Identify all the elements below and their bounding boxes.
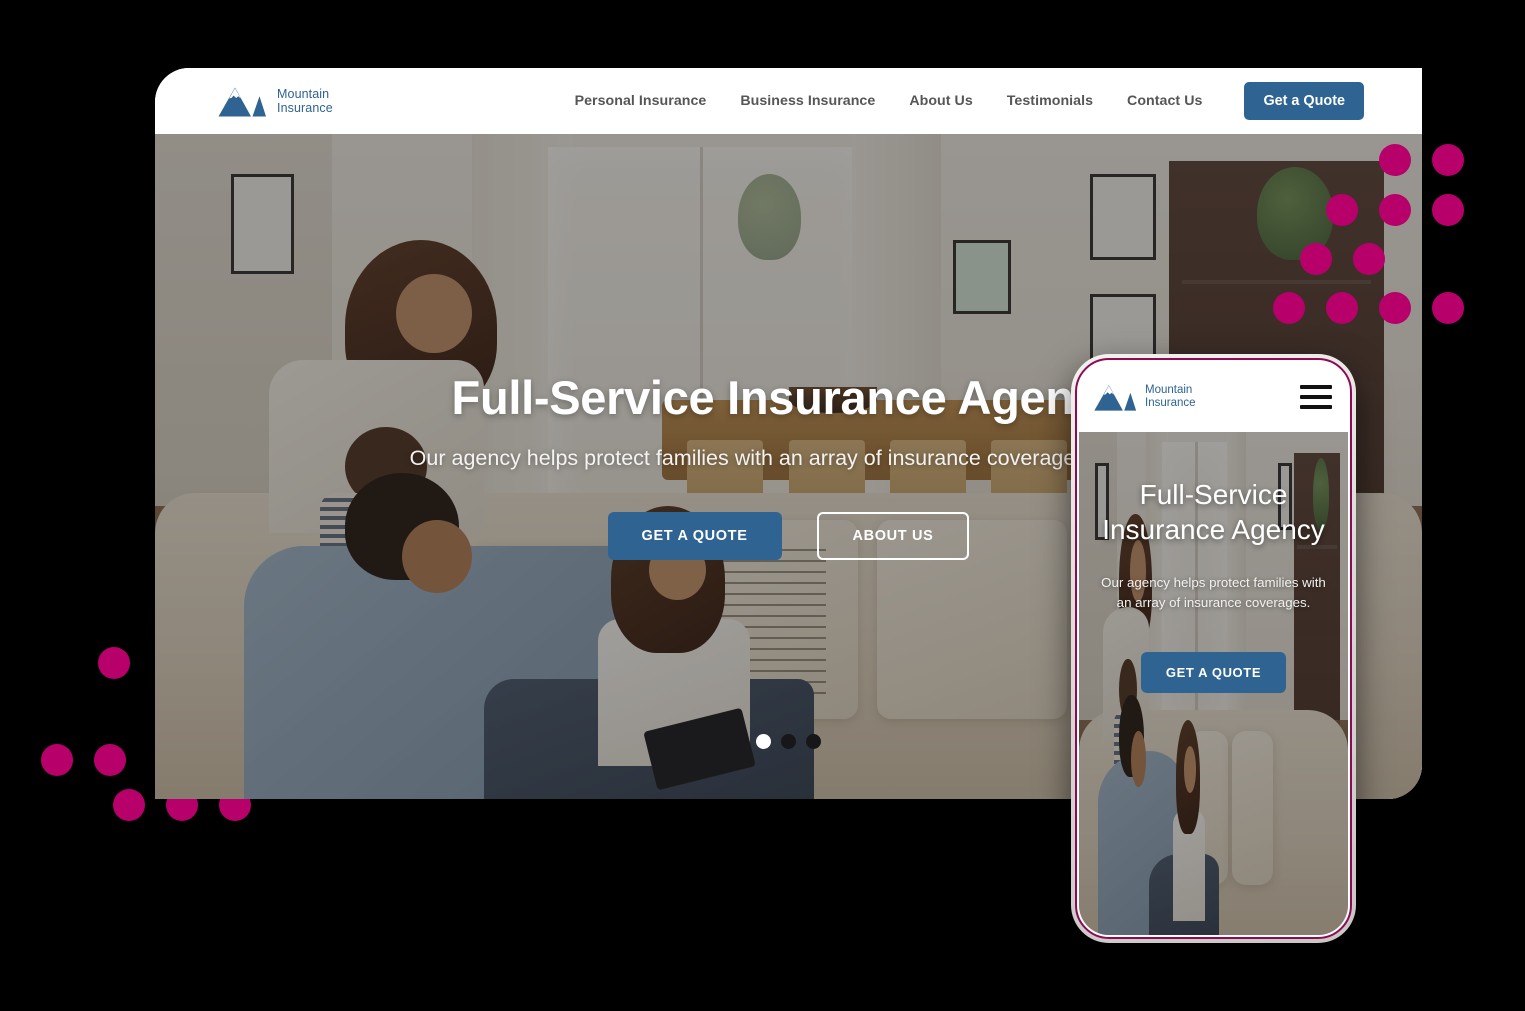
phone-logo-wordmark: Mountain Insurance <box>1145 384 1196 411</box>
phone-bezel: Mountain Insurance Full-Service Insuranc… <box>1075 358 1352 939</box>
decorative-dot-11 <box>1432 292 1464 324</box>
decorative-dot-9 <box>1326 292 1358 324</box>
decorative-dot-4 <box>1379 194 1411 226</box>
phone-hero-subtitle: Our agency helps protect families with a… <box>1101 575 1326 610</box>
mockup-canvas: Mountain Insurance Personal Insurance Bus… <box>0 0 1525 1011</box>
decorative-dot-1 <box>1379 144 1411 176</box>
phone-logo-line-1: Mountain <box>1145 383 1193 396</box>
phone-hero-content: Full-Service Insurance Agency Our agency… <box>1079 478 1348 693</box>
phone-hero-section: Full-Service Insurance Agency Our agency… <box>1079 432 1348 935</box>
phone-screen: Mountain Insurance Full-Service Insuranc… <box>1079 362 1348 935</box>
decorative-dot-2 <box>1432 144 1464 176</box>
decorative-dot-6 <box>1300 243 1332 275</box>
hamburger-menu-icon[interactable] <box>1300 385 1332 409</box>
decorative-dot-10 <box>1379 292 1411 324</box>
phone-hero-title: Full-Service Insurance Agency <box>1102 479 1325 545</box>
decorative-dot-5 <box>1432 194 1464 226</box>
decorative-dot-8 <box>1273 292 1305 324</box>
mobile-website-mockup: Mountain Insurance Full-Service Insuranc… <box>1071 354 1356 943</box>
phone-get-a-quote-button[interactable]: GET A QUOTE <box>1140 651 1287 693</box>
decorative-dot-7 <box>1353 243 1385 275</box>
phone-navbar: Mountain Insurance <box>1079 362 1348 432</box>
mountain-peak-icon <box>1094 385 1137 411</box>
decorative-dot-3 <box>1326 194 1358 226</box>
phone-logo-line-2: Insurance <box>1145 397 1196 409</box>
